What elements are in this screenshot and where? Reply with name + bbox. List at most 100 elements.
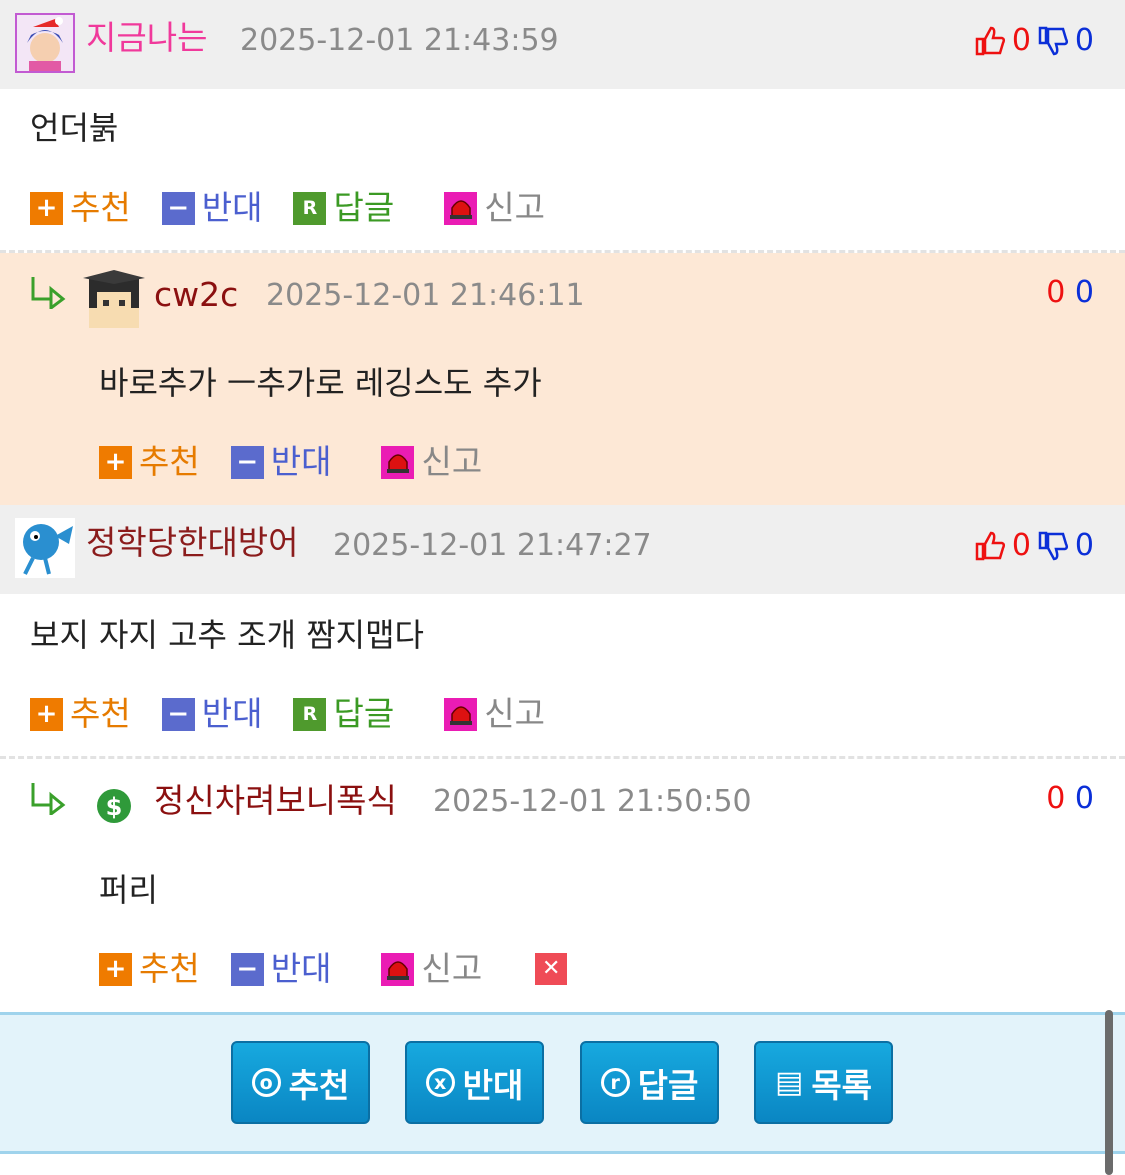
siren-icon <box>381 445 415 479</box>
circle-o-icon: o <box>251 1068 281 1097</box>
recommend-label: 추천 <box>70 694 131 733</box>
reply-author[interactable]: 정신차려보니폭식 <box>154 779 397 823</box>
user-avatar-icon[interactable] <box>15 518 75 578</box>
delete-button[interactable]: ✕ <box>535 953 574 985</box>
reply-author[interactable]: cw2c <box>154 273 238 317</box>
reply-text: 퍼리 <box>99 871 158 909</box>
vote-counts: 0 0 <box>974 21 1094 61</box>
downvote-count: 0 <box>1074 23 1094 58</box>
upvote-count: 0 <box>1011 23 1031 58</box>
report-label: 신고 <box>421 442 483 481</box>
bottom-list-button[interactable]: ▤ 목록 <box>754 1041 893 1124</box>
recommend-button[interactable]: + 추천 <box>99 947 200 991</box>
recommend-label: 추천 <box>70 188 131 227</box>
thumbs-down-icon <box>1038 26 1068 56</box>
thumbs-up-icon <box>975 26 1005 56</box>
reply-label: 답글 <box>333 188 395 227</box>
reply-label: 답글 <box>333 694 395 733</box>
minus-icon: − <box>161 191 195 225</box>
reply-text: 바로추가 ㅡ추가로 레깅스도 추가 <box>99 364 542 402</box>
siren-icon <box>381 952 415 986</box>
dollar-coin-icon[interactable]: $ <box>96 788 132 824</box>
vote-counts: 0 0 <box>1046 273 1094 313</box>
comment-header: 지금나는 2025-12-01 21:43:59 0 0 <box>0 0 1125 89</box>
scrollbar[interactable] <box>1105 1010 1113 1175</box>
comment-author[interactable]: 정학당한대방어 <box>86 521 299 565</box>
oppose-button[interactable]: − 반대 <box>161 186 263 230</box>
user-avatar-icon[interactable] <box>83 268 145 328</box>
upvote-count: 0 <box>1046 781 1066 816</box>
plus-icon: + <box>30 191 63 225</box>
report-label: 신고 <box>421 949 483 988</box>
report-button[interactable]: 신고 <box>381 947 482 991</box>
reply-button[interactable]: R 답글 <box>293 186 394 230</box>
comment-actions: + 추천 − 반대 R 답글 신고 <box>30 186 576 230</box>
circle-x-icon: x <box>425 1068 455 1097</box>
upvote-count: 0 <box>1046 275 1066 310</box>
bottom-list-label: 목록 <box>811 1065 873 1105</box>
comment-text: 보지 자지 고추 조개 짬지맵다 <box>30 616 424 654</box>
thumbs-up-icon <box>975 531 1005 561</box>
oppose-button[interactable]: − 반대 <box>230 947 332 991</box>
bottom-oppose-button[interactable]: x 반대 <box>405 1041 544 1124</box>
report-button[interactable]: 신고 <box>381 440 482 484</box>
reply-button[interactable]: R 답글 <box>293 692 394 736</box>
svg-text:$: $ <box>106 793 123 821</box>
siren-icon <box>444 697 478 731</box>
comment-author[interactable]: 지금나는 <box>86 16 207 60</box>
minus-icon: − <box>230 445 264 479</box>
bottom-recommend-label: 추천 <box>288 1065 350 1105</box>
recommend-label: 추천 <box>139 442 200 481</box>
circle-r-icon: r <box>600 1068 630 1097</box>
close-icon: ✕ <box>535 953 568 985</box>
bottom-reply-button[interactable]: r 답글 <box>580 1041 719 1124</box>
oppose-label: 반대 <box>270 949 332 988</box>
minus-icon: − <box>161 697 195 731</box>
downvote-count: 0 <box>1074 528 1094 563</box>
bottom-action-bar: o 추천 x 반대 r 답글 ▤ 목록 <box>0 1012 1125 1154</box>
reply-actions: + 추천 − 반대 신고 ✕ <box>99 947 605 991</box>
reply-timestamp: 2025-12-01 21:46:11 <box>266 278 585 313</box>
reply-arrow-icon <box>29 275 67 317</box>
reply-comment: $ 정신차려보니폭식 2025-12-01 21:50:50 0 0 퍼리 + 추… <box>0 759 1125 1011</box>
downvote-count: 0 <box>1074 781 1094 816</box>
bottom-oppose-label: 반대 <box>462 1065 524 1105</box>
reply-arrow-icon <box>29 781 67 823</box>
thumbs-down-icon <box>1038 531 1068 561</box>
upvote-count: 0 <box>1011 528 1031 563</box>
comment-timestamp: 2025-12-01 21:47:27 <box>333 528 652 563</box>
comment-timestamp: 2025-12-01 21:43:59 <box>240 23 559 58</box>
reply-comment: cw2c 2025-12-01 21:46:11 0 0 바로추가 ㅡ추가로 레… <box>0 253 1125 505</box>
report-button[interactable]: 신고 <box>444 692 545 736</box>
recommend-button[interactable]: + 추천 <box>30 692 131 736</box>
oppose-label: 반대 <box>201 694 263 733</box>
oppose-label: 반대 <box>201 188 263 227</box>
oppose-label: 반대 <box>270 442 332 481</box>
report-button[interactable]: 신고 <box>444 186 545 230</box>
reply-actions: + 추천 − 반대 신고 <box>99 440 513 484</box>
comment-text: 언더붉 <box>30 109 119 147</box>
reply-r-icon: R <box>293 191 327 225</box>
oppose-button[interactable]: − 반대 <box>161 692 263 736</box>
downvote-count: 0 <box>1074 275 1094 310</box>
comment-header: 정학당한대방어 2025-12-01 21:47:27 0 0 <box>0 505 1125 594</box>
reply-timestamp: 2025-12-01 21:50:50 <box>433 784 752 819</box>
minus-icon: − <box>230 952 264 986</box>
plus-icon: + <box>99 952 132 986</box>
recommend-label: 추천 <box>139 949 200 988</box>
reply-r-icon: R <box>293 697 327 731</box>
oppose-button[interactable]: − 반대 <box>230 440 332 484</box>
recommend-button[interactable]: + 추천 <box>99 440 200 484</box>
plus-icon: + <box>30 697 63 731</box>
vote-counts: 0 0 <box>974 526 1094 566</box>
recommend-button[interactable]: + 추천 <box>30 186 131 230</box>
comment-actions: + 추천 − 반대 R 답글 신고 <box>30 692 576 736</box>
user-avatar-icon[interactable] <box>15 13 75 73</box>
siren-icon <box>444 191 478 225</box>
report-label: 신고 <box>484 694 545 733</box>
list-icon: ▤ <box>774 1065 804 1100</box>
bottom-recommend-button[interactable]: o 추천 <box>231 1041 370 1124</box>
plus-icon: + <box>99 445 132 479</box>
report-label: 신고 <box>484 188 545 227</box>
bottom-reply-label: 답글 <box>637 1065 699 1105</box>
